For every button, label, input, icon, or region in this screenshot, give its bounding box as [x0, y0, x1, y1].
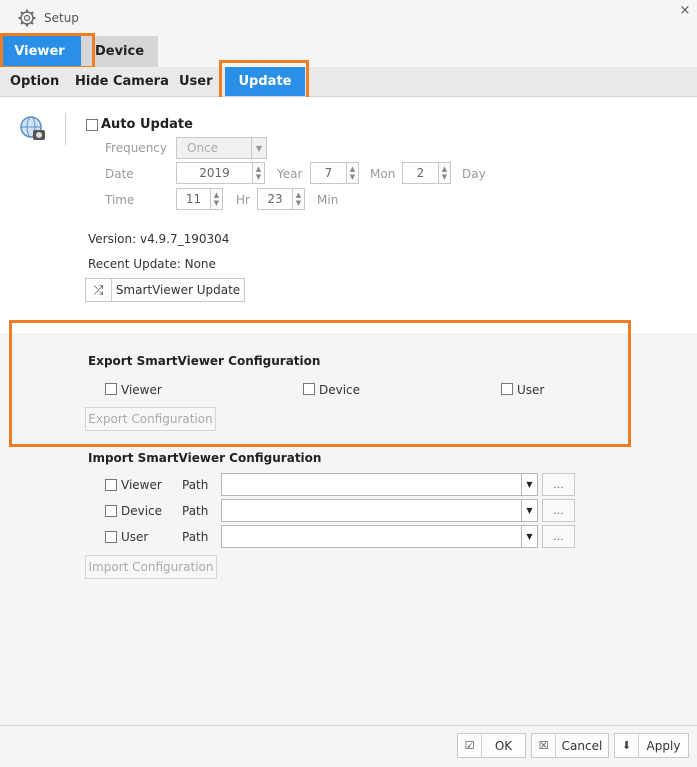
import-user-path-input[interactable]	[221, 525, 522, 548]
update-icon	[20, 116, 45, 140]
auto-update-checkbox[interactable]	[86, 119, 98, 131]
frequency-select[interactable]: Once	[176, 137, 252, 159]
cancel-label: Cancel	[561, 738, 603, 753]
title-bar	[0, 0, 697, 36]
subtab-option[interactable]: Option	[10, 67, 59, 96]
divider	[65, 113, 66, 145]
import-title: Import SmartViewer Configuration	[88, 451, 322, 465]
hour-unit: Hr	[236, 193, 250, 207]
import-viewer-checkbox[interactable]	[105, 479, 117, 491]
frequency-label: Frequency	[105, 141, 167, 155]
hour-input[interactable]: 11	[176, 188, 211, 210]
import-device-path-label: Path	[182, 504, 209, 518]
subtab-user[interactable]: User	[179, 67, 213, 96]
date-label: Date	[105, 167, 134, 181]
highlight-viewer-tab	[0, 33, 95, 69]
import-device-dropdown-icon[interactable]: ▼	[522, 499, 538, 522]
shuffle-icon: ⤮	[86, 279, 112, 301]
cancel-icon: ☒	[532, 734, 556, 757]
export-viewer-checkbox[interactable]	[105, 383, 117, 395]
day-unit: Day	[462, 167, 486, 181]
import-viewer-path-input[interactable]	[221, 473, 522, 496]
month-spinner[interactable]: ▲ ▼	[347, 162, 359, 184]
month-unit: Mon	[370, 167, 396, 181]
import-user-dropdown-icon[interactable]: ▼	[522, 525, 538, 548]
export-user-label: User	[517, 383, 545, 397]
export-device-label: Device	[319, 383, 361, 397]
ok-label: OK	[494, 738, 513, 753]
export-user-checkbox[interactable]	[501, 383, 513, 395]
month-input[interactable]: 7	[310, 162, 347, 184]
export-viewer-label: Viewer	[121, 383, 162, 397]
year-unit: Year	[277, 167, 303, 181]
subtab-hide-camera[interactable]: Hide Camera	[75, 67, 169, 96]
export-configuration-button[interactable]: Export Configuration	[85, 407, 216, 431]
import-device-path-input[interactable]	[221, 499, 522, 522]
highlight-update-tab	[219, 60, 309, 101]
import-viewer-dropdown-icon[interactable]: ▼	[522, 473, 538, 496]
minute-input[interactable]: 23	[257, 188, 293, 210]
day-spinner[interactable]: ▲ ▼	[439, 162, 451, 184]
year-input[interactable]: 2019	[176, 162, 253, 184]
close-icon[interactable]: ×	[678, 4, 692, 18]
gear-icon	[18, 9, 36, 27]
check-icon: ☑	[458, 734, 482, 757]
year-spinner[interactable]: ▲ ▼	[253, 162, 265, 184]
import-device-checkbox[interactable]	[105, 505, 117, 517]
minute-spinner[interactable]: ▲ ▼	[293, 188, 305, 210]
import-viewer-browse-button[interactable]: ...	[542, 473, 575, 496]
time-label: Time	[105, 193, 135, 207]
import-viewer-label: Viewer	[121, 478, 162, 492]
window-title: Setup	[44, 11, 79, 25]
import-device-label: Device	[121, 504, 163, 518]
version-text: Version: v4.9.7_190304	[88, 232, 230, 246]
import-user-label: User	[121, 530, 149, 544]
import-user-checkbox[interactable]	[105, 531, 117, 543]
smartviewer-update-button[interactable]: ⤮ SmartViewer Update	[85, 278, 245, 302]
ok-button[interactable]: ☑ OK	[457, 733, 526, 758]
minute-unit: Min	[317, 193, 339, 207]
day-input[interactable]: 2	[402, 162, 439, 184]
import-user-path-label: Path	[182, 530, 209, 544]
apply-button[interactable]: ⬇ Apply	[614, 733, 689, 758]
export-title: Export SmartViewer Configuration	[88, 354, 321, 368]
recent-update-text: Recent Update: None	[88, 257, 216, 271]
apply-label: Apply	[646, 738, 681, 753]
export-device-checkbox[interactable]	[303, 383, 315, 395]
auto-update-label: Auto Update	[101, 117, 193, 132]
import-configuration-button[interactable]: Import Configuration	[85, 555, 217, 579]
frequency-dropdown-icon[interactable]: ▼	[252, 137, 267, 159]
import-user-browse-button[interactable]: ...	[542, 525, 575, 548]
import-device-browse-button[interactable]: ...	[542, 499, 575, 522]
import-viewer-path-label: Path	[182, 478, 209, 492]
cancel-button[interactable]: ☒ Cancel	[531, 733, 609, 758]
download-icon: ⬇	[615, 734, 639, 757]
smartviewer-update-label: SmartViewer Update	[115, 283, 241, 297]
hour-spinner[interactable]: ▲ ▼	[211, 188, 223, 210]
